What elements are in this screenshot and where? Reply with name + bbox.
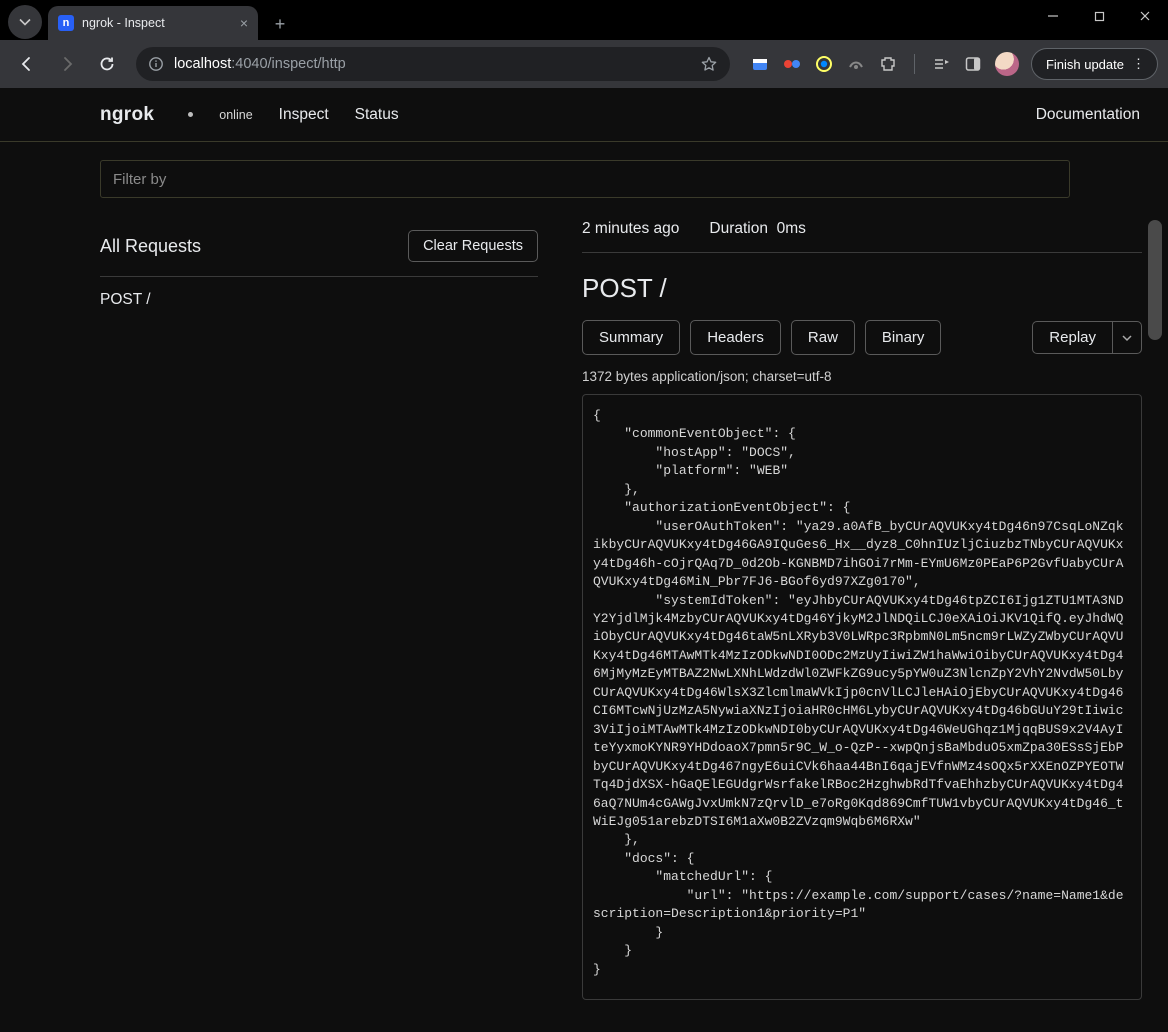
profile-avatar[interactable] xyxy=(995,52,1019,76)
tab-title: ngrok - Inspect xyxy=(82,16,165,30)
caret-down-icon xyxy=(1122,333,1132,343)
ngrok-page: ngrok online Inspect Status Documentatio… xyxy=(0,88,1168,1032)
search-tabs-button[interactable] xyxy=(8,5,42,39)
extensions-menu-icon[interactable] xyxy=(878,54,898,74)
divider xyxy=(914,54,915,74)
extensions-row: Finish update ⋮ xyxy=(742,48,1158,80)
site-info-icon[interactable] xyxy=(148,56,164,72)
window-controls xyxy=(1030,0,1168,32)
tab-strip: n ngrok - Inspect × + xyxy=(0,0,294,40)
status-pill: online xyxy=(219,108,252,122)
request-list-item[interactable]: POST / xyxy=(100,277,538,323)
request-body[interactable]: { "commonEventObject": { "hostApp": "DOC… xyxy=(582,394,1142,1000)
request-title: POST / xyxy=(582,273,1142,304)
extension-icon[interactable] xyxy=(846,54,866,74)
extension-icon[interactable] xyxy=(750,54,770,74)
browser-tab[interactable]: n ngrok - Inspect × xyxy=(48,6,258,40)
address-bar[interactable]: localhost:4040/inspect/http xyxy=(136,47,730,81)
forward-button[interactable] xyxy=(50,47,84,81)
request-age: 2 minutes ago xyxy=(582,220,679,238)
maximize-button[interactable] xyxy=(1076,0,1122,32)
request-list-pane: All Requests Clear Requests POST / xyxy=(100,220,556,1032)
bookmark-icon[interactable] xyxy=(700,55,718,73)
tab-summary[interactable]: Summary xyxy=(582,320,680,355)
replay-dropdown[interactable] xyxy=(1112,321,1142,354)
replay-button[interactable]: Replay xyxy=(1032,321,1112,354)
window-titlebar: n ngrok - Inspect × + xyxy=(0,0,1168,40)
scrollbar-thumb[interactable] xyxy=(1148,220,1162,340)
close-window-button[interactable] xyxy=(1122,0,1168,32)
close-tab-icon[interactable]: × xyxy=(240,15,248,31)
media-controls-icon[interactable] xyxy=(931,54,951,74)
duration-label: Duration xyxy=(709,220,768,237)
tab-binary[interactable]: Binary xyxy=(865,320,942,355)
new-tab-button[interactable]: + xyxy=(266,10,294,38)
tab-headers[interactable]: Headers xyxy=(690,320,781,355)
detail-tabs: Summary Headers Raw Binary Replay xyxy=(582,320,1142,355)
back-button[interactable] xyxy=(10,47,44,81)
request-detail-pane: 2 minutes ago Duration 0ms POST / Summar… xyxy=(556,160,1168,1032)
nav-inspect[interactable]: Inspect xyxy=(279,106,329,124)
tab-raw[interactable]: Raw xyxy=(791,320,855,355)
status-dot-icon xyxy=(188,112,193,117)
ngrok-header: ngrok online Inspect Status Documentatio… xyxy=(0,88,1168,142)
url-text: localhost:4040/inspect/http xyxy=(174,56,346,72)
chevron-down-icon xyxy=(19,16,31,28)
extension-icon[interactable] xyxy=(782,54,802,74)
kebab-icon: ⋮ xyxy=(1132,56,1147,72)
all-requests-heading: All Requests xyxy=(100,236,201,257)
clear-requests-button[interactable]: Clear Requests xyxy=(408,230,538,262)
finish-update-label: Finish update xyxy=(1046,57,1124,72)
minimize-button[interactable] xyxy=(1030,0,1076,32)
side-panel-icon[interactable] xyxy=(963,54,983,74)
extension-icon[interactable] xyxy=(814,54,834,74)
request-path: / xyxy=(146,291,150,308)
request-method: POST xyxy=(100,291,142,308)
finish-update-button[interactable]: Finish update ⋮ xyxy=(1031,48,1158,80)
content-type-line: 1372 bytes application/json; charset=utf… xyxy=(582,369,1142,384)
brand-logo: ngrok xyxy=(100,104,154,126)
nav-documentation[interactable]: Documentation xyxy=(1036,106,1140,124)
favicon-icon: n xyxy=(58,15,74,31)
reload-button[interactable] xyxy=(90,47,124,81)
nav-status[interactable]: Status xyxy=(355,106,399,124)
duration-value: 0ms xyxy=(777,220,806,237)
browser-toolbar: localhost:4040/inspect/http Finish updat… xyxy=(0,40,1168,88)
